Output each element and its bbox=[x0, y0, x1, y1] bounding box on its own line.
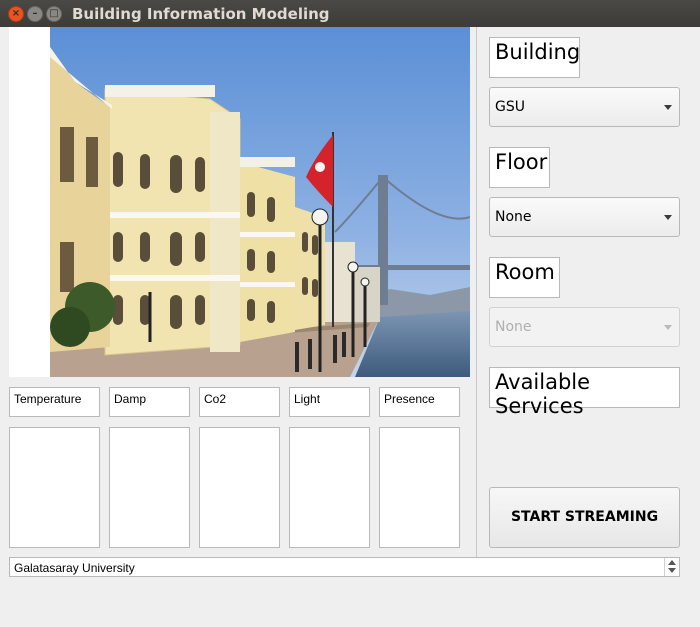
chevron-down-icon bbox=[664, 325, 672, 330]
image-margin bbox=[9, 27, 50, 377]
floor-select-value: None bbox=[495, 209, 532, 225]
available-services-label: Available Services bbox=[489, 367, 680, 418]
close-icon: × bbox=[11, 8, 21, 19]
light-label: Light bbox=[289, 387, 370, 417]
chevron-down-icon bbox=[664, 215, 672, 220]
room-select[interactable]: None bbox=[489, 307, 680, 347]
chevron-down-icon bbox=[664, 105, 672, 110]
arrow-down-icon[interactable] bbox=[668, 568, 676, 573]
temperature-display bbox=[9, 427, 100, 548]
floor-select[interactable]: None bbox=[489, 197, 680, 237]
status-text: Galatasaray University bbox=[14, 561, 135, 575]
building-select[interactable]: GSU bbox=[489, 87, 680, 127]
building-photo bbox=[50, 27, 470, 377]
damp-display bbox=[109, 427, 190, 548]
room-select-value: None bbox=[495, 319, 532, 335]
co2-label: Co2 bbox=[199, 387, 280, 417]
panel-divider bbox=[476, 27, 477, 557]
temperature-label: Temperature bbox=[9, 387, 100, 417]
building-select-value: GSU bbox=[495, 99, 525, 115]
presence-display bbox=[379, 427, 460, 548]
close-window-button[interactable]: × bbox=[8, 6, 24, 22]
presence-label: Presence bbox=[379, 387, 460, 417]
start-streaming-button[interactable]: START STREAMING bbox=[489, 487, 680, 548]
light-display bbox=[289, 427, 370, 548]
floor-label: Floor bbox=[489, 147, 550, 188]
minimize-icon: – bbox=[32, 8, 38, 19]
status-field[interactable]: Galatasaray University bbox=[9, 557, 680, 577]
maximize-icon: □ bbox=[49, 8, 59, 19]
room-label: Room bbox=[489, 257, 560, 298]
building-label: Building bbox=[489, 37, 580, 78]
title-bar: × – □ Building Information Modeling bbox=[0, 0, 700, 27]
damp-label: Damp bbox=[109, 387, 190, 417]
arrow-up-icon[interactable] bbox=[668, 560, 676, 565]
window-title: Building Information Modeling bbox=[72, 5, 330, 23]
status-spinner[interactable] bbox=[664, 558, 679, 576]
co2-display bbox=[199, 427, 280, 548]
maximize-window-button[interactable]: □ bbox=[46, 6, 62, 22]
minimize-window-button[interactable]: – bbox=[27, 6, 43, 22]
